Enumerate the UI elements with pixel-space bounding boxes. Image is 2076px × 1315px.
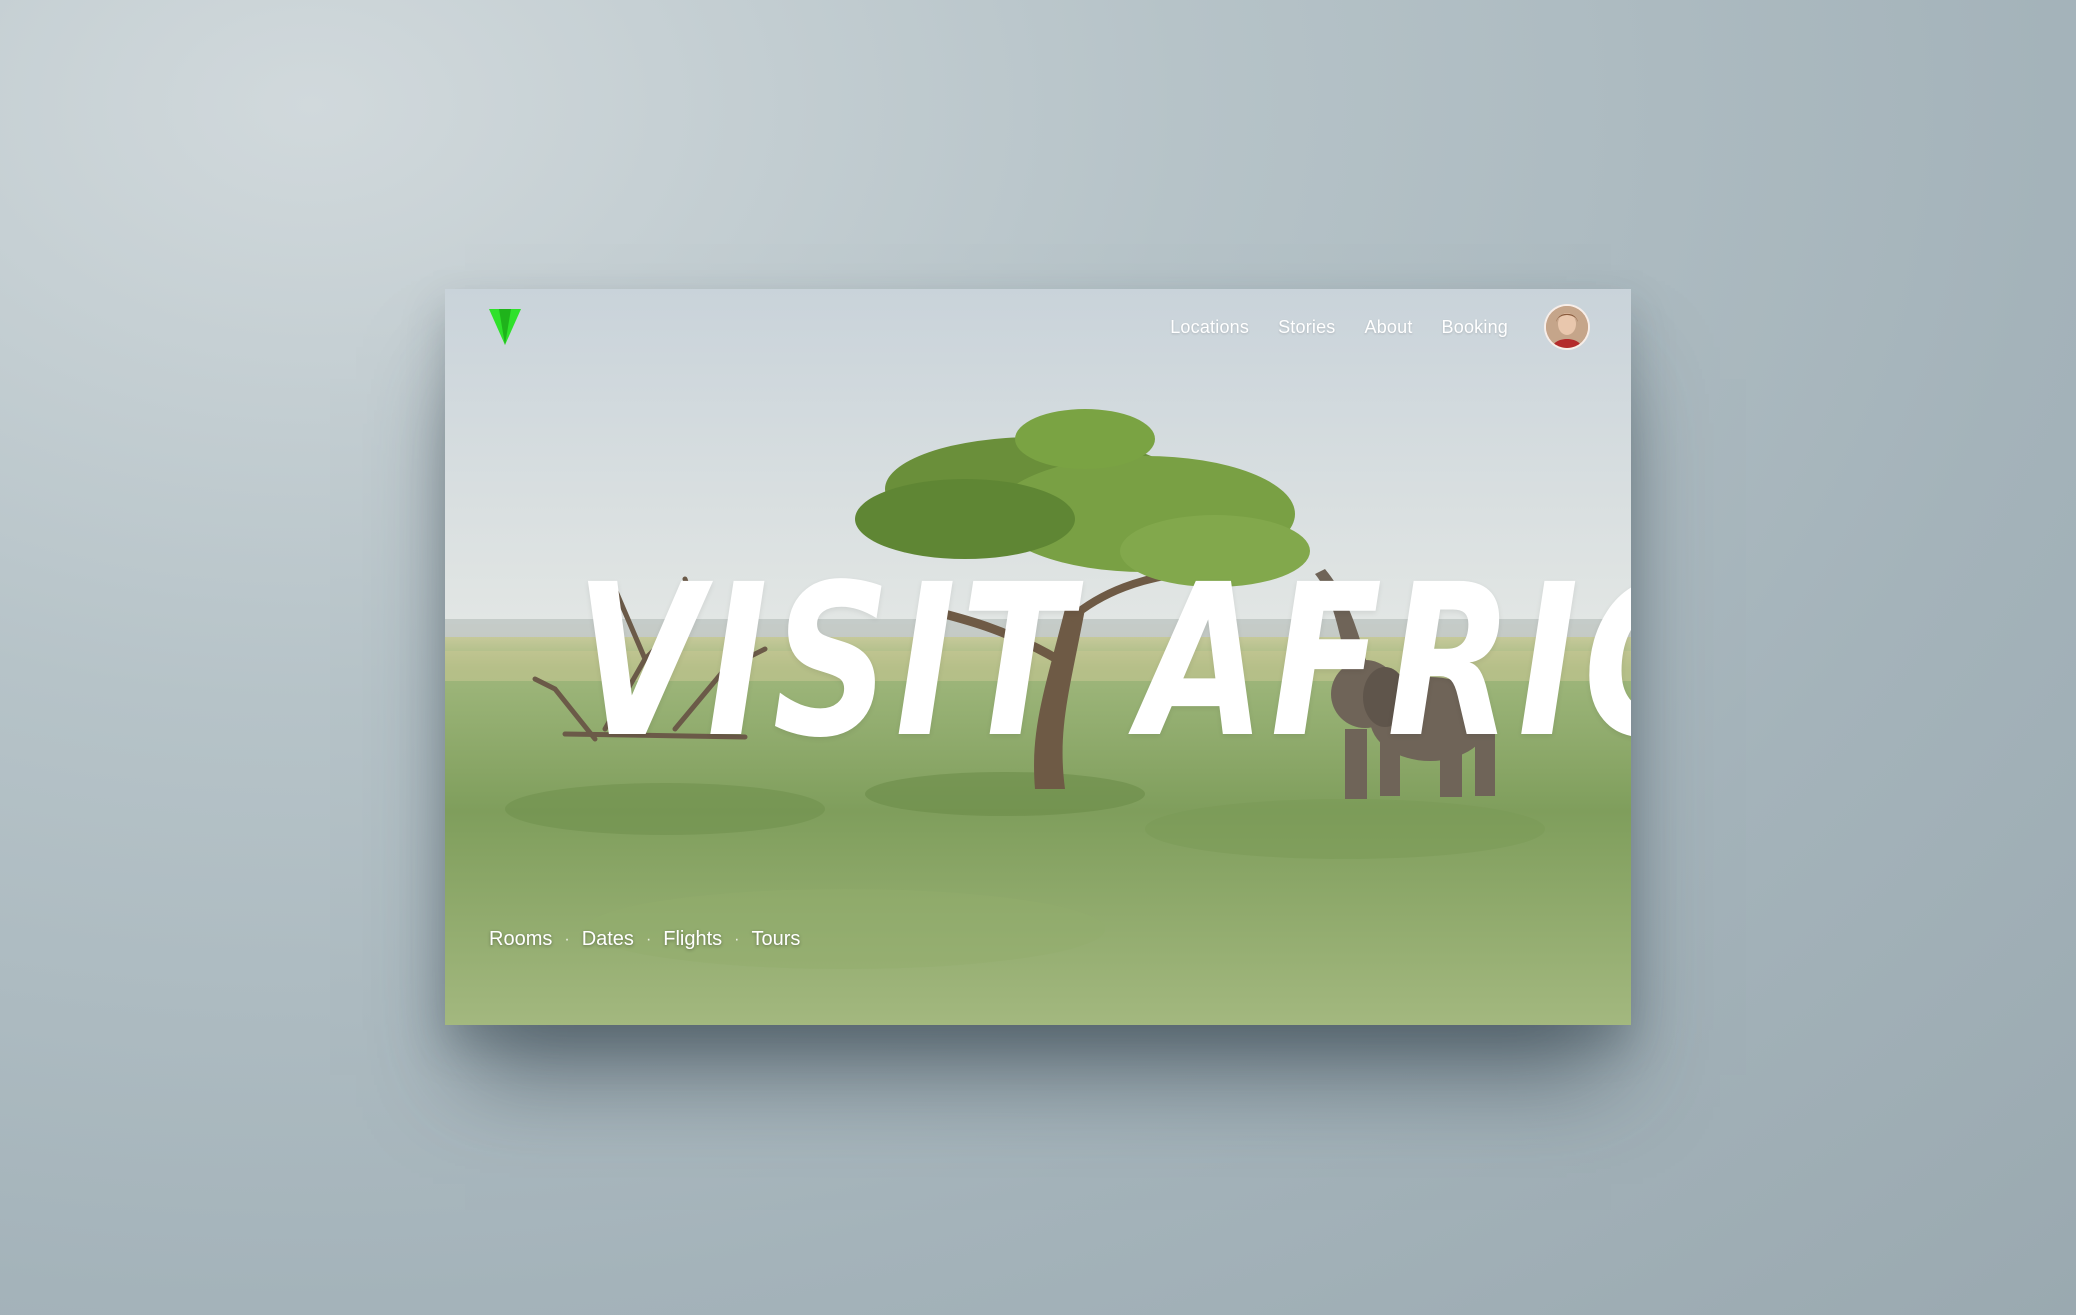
bottom-nav-tours[interactable]: Tours: [752, 928, 801, 951]
avatar-icon: [1546, 306, 1588, 348]
hero-title: VISIT AFRICA: [575, 539, 1631, 784]
hero-card: Locations Stories About Booking VISIT AF…: [445, 289, 1631, 1025]
nav-separator: ·: [645, 930, 652, 948]
nav-about-link[interactable]: About: [1365, 317, 1413, 338]
nav-stories-link[interactable]: Stories: [1278, 317, 1335, 338]
bottom-nav-rooms[interactable]: Rooms: [489, 928, 552, 951]
logo-icon[interactable]: [489, 307, 521, 347]
nav-separator: ·: [564, 930, 570, 948]
bottom-nav-flights[interactable]: Flights: [663, 928, 722, 951]
top-nav: Locations Stories About Booking: [1141, 304, 1590, 350]
nav-locations-link[interactable]: Locations: [1170, 317, 1249, 338]
nav-booking-link[interactable]: Booking: [1442, 317, 1508, 338]
bottom-nav-dates[interactable]: Dates: [582, 928, 634, 951]
nav-separator: ·: [734, 930, 740, 948]
user-avatar[interactable]: [1544, 304, 1590, 350]
bottom-nav: Rooms · Dates · Flights · Tours: [489, 928, 800, 951]
